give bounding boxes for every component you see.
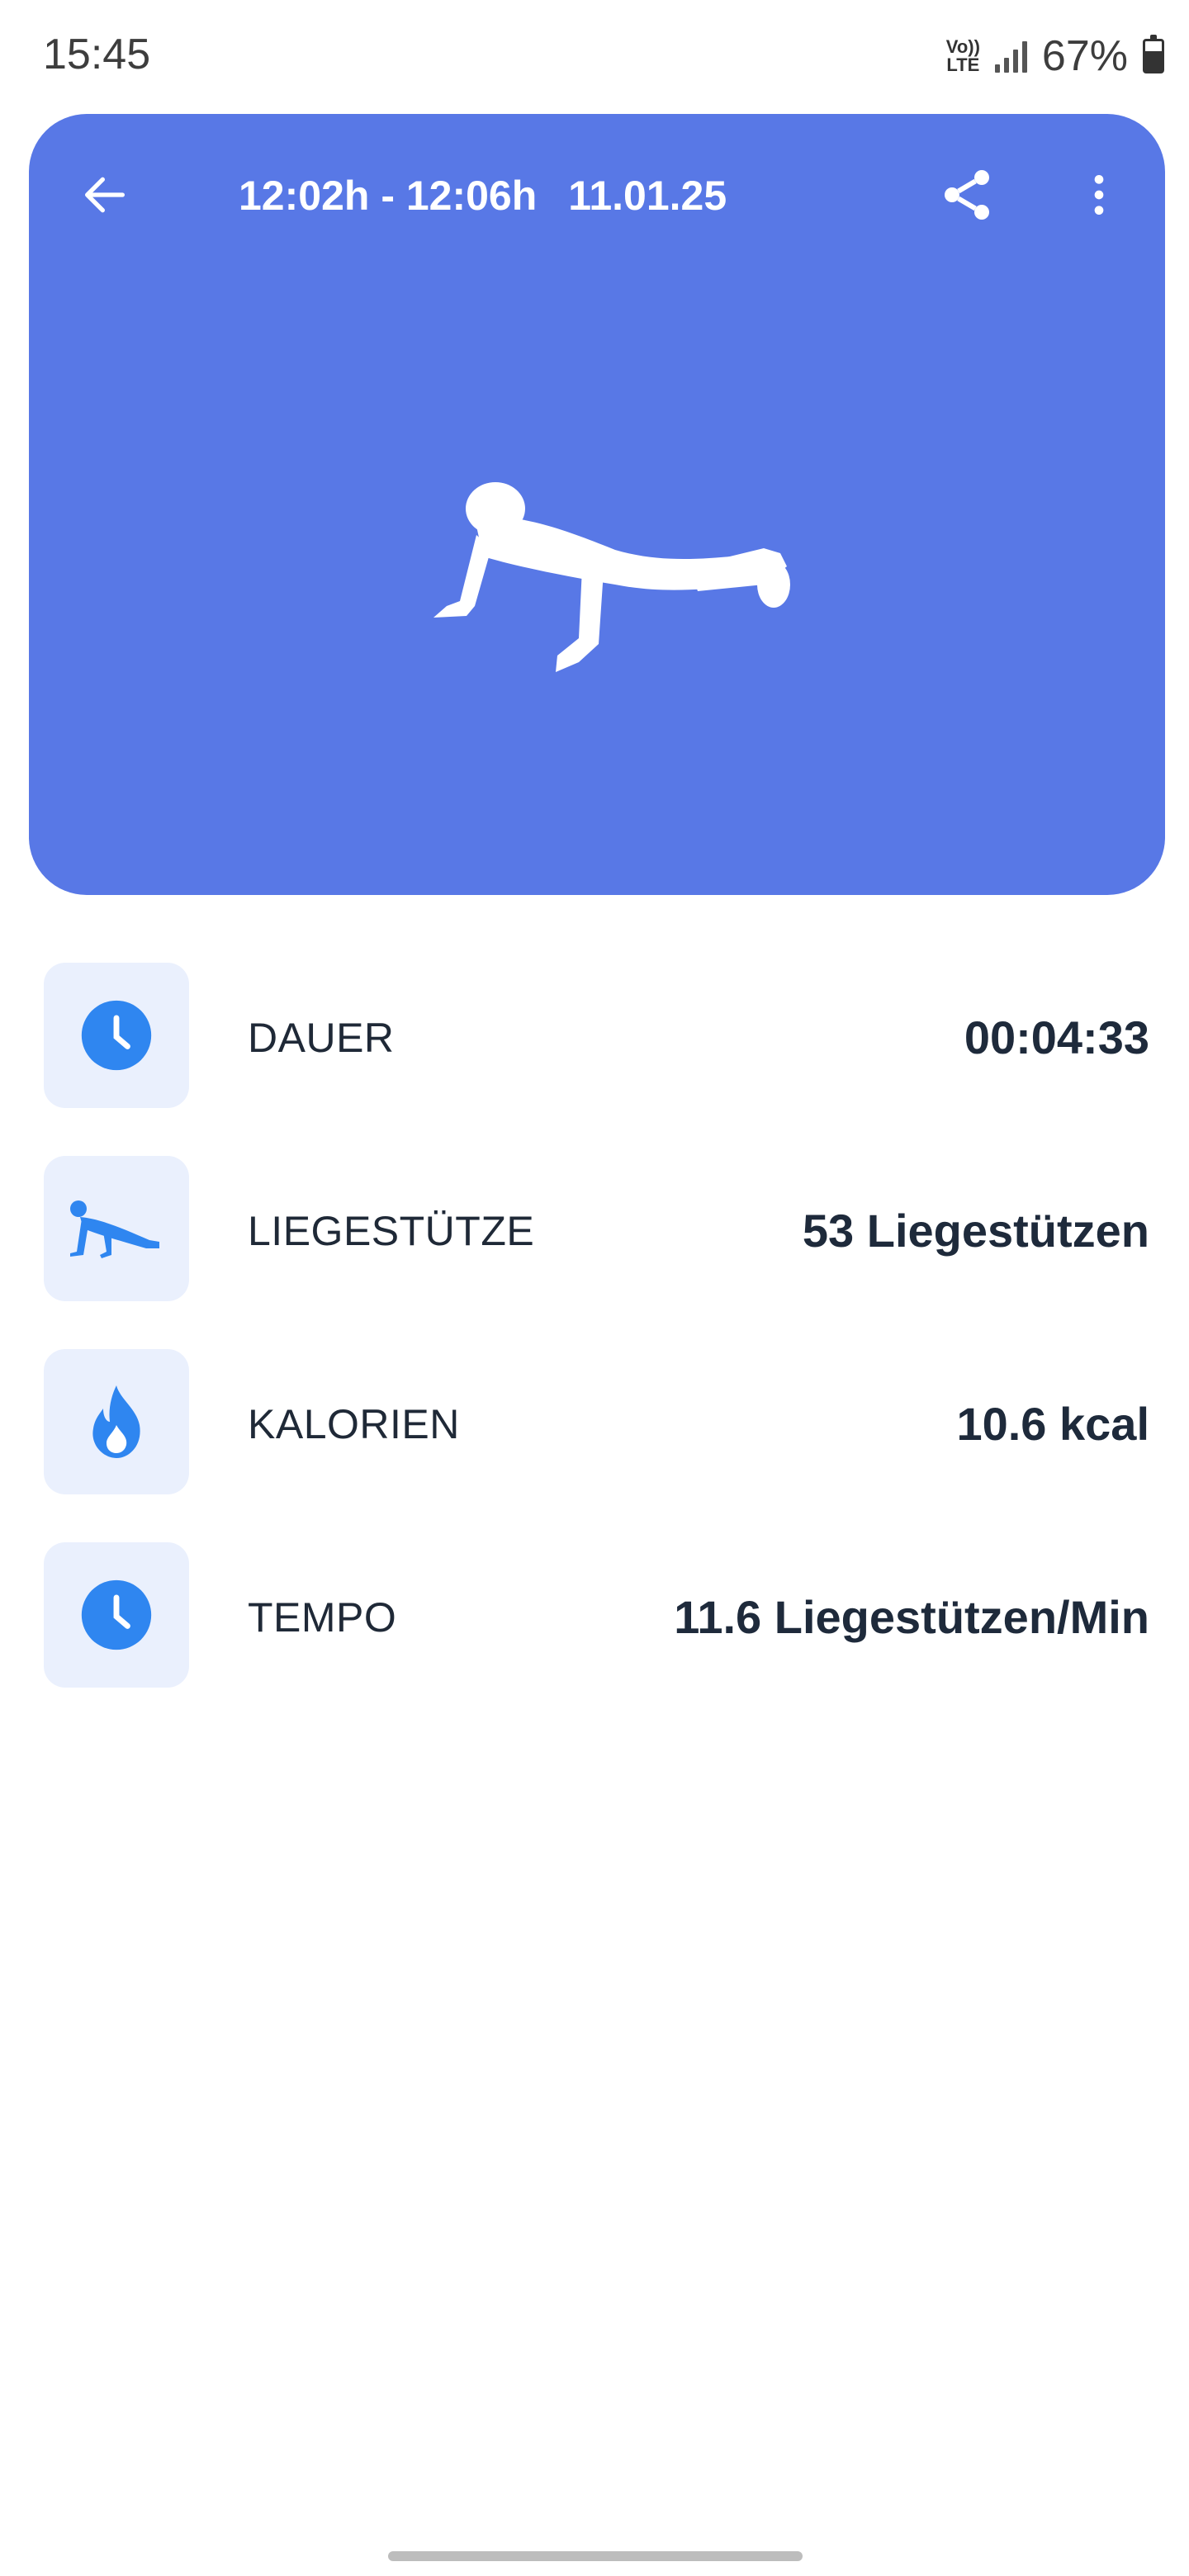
home-indicator[interactable] <box>388 2551 803 2561</box>
stat-row-duration: DAUER 00:04:33 <box>0 963 1189 1111</box>
stat-row-calories: KALORIEN 10.6 kcal <box>0 1349 1189 1498</box>
volte-icon: Vo)) LTE <box>945 36 980 75</box>
hero-header: 12:02h - 12:06h 11.01.25 <box>29 114 1165 279</box>
stat-value: 10.6 kcal <box>956 1398 1149 1450</box>
stat-row-pushups: LIEGESTÜTZE 53 Liegestützen <box>0 1156 1189 1305</box>
battery-percent: 67% <box>1041 32 1128 80</box>
status-time: 15:45 <box>43 31 151 78</box>
back-button[interactable] <box>64 154 146 236</box>
clock-icon <box>81 1000 152 1071</box>
status-bar: 15:45 Vo)) LTE 67% <box>0 0 1189 112</box>
stat-value: 53 Liegestützen <box>802 1205 1149 1257</box>
clock-icon <box>81 1579 152 1650</box>
stat-label: DAUER <box>248 1015 395 1061</box>
stat-icon-box <box>44 1156 189 1301</box>
stat-label: KALORIEN <box>248 1401 460 1447</box>
stat-label: LIEGESTÜTZE <box>248 1208 535 1254</box>
signal-icon <box>994 40 1027 73</box>
stat-value: 00:04:33 <box>964 1011 1149 1063</box>
battery-icon <box>1143 35 1164 73</box>
more-vertical-icon <box>1094 175 1104 215</box>
stat-label: TEMPO <box>248 1594 397 1641</box>
pushup-silhouette-icon <box>433 482 790 672</box>
stat-row-tempo: TEMPO 11.6 Liegestützen/Min <box>0 1542 1189 1691</box>
stat-icon-box <box>44 1542 189 1688</box>
stat-value: 11.6 Liegestützen/Min <box>674 1591 1149 1643</box>
session-time-range: 12:02h - 12:06h <box>239 173 538 219</box>
arrow-left-icon <box>85 177 125 213</box>
share-icon <box>945 170 989 220</box>
workout-hero-card: 12:02h - 12:06h 11.01.25 <box>29 114 1165 895</box>
stat-icon-box <box>44 1349 189 1494</box>
pushup-icon <box>70 1200 159 1258</box>
session-date: 11.01.25 <box>568 173 727 219</box>
session-title: 12:02h - 12:06h 11.01.25 <box>239 172 727 220</box>
stat-icon-box <box>44 963 189 1108</box>
flame-icon <box>92 1385 140 1458</box>
more-options-button[interactable] <box>1058 154 1140 236</box>
share-button[interactable] <box>926 154 1008 236</box>
status-icons: Vo)) LTE 67% <box>946 30 1164 83</box>
